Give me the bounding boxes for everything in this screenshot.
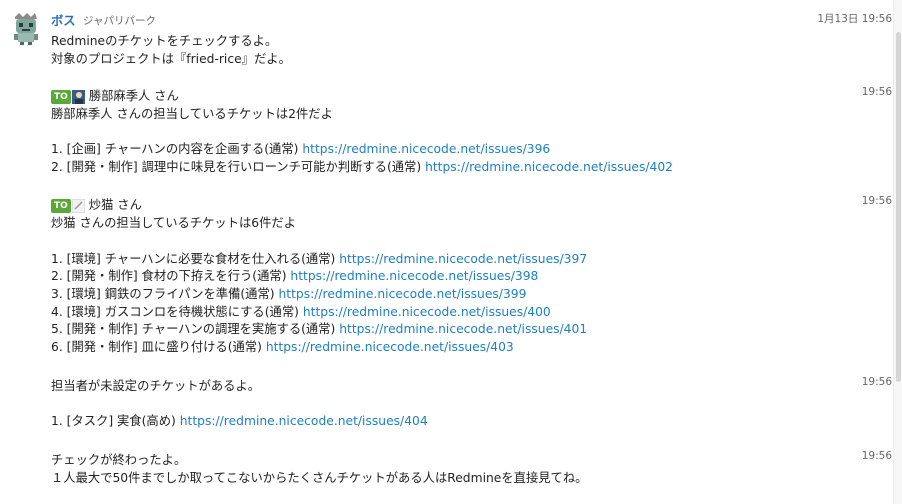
- ticket-link[interactable]: https://redmine.nicecode.net/issues/402: [425, 160, 673, 174]
- ticket-item: 1. [企画] チャーハンの内容を企画する(通常) https://redmin…: [51, 142, 551, 156]
- user-avatar-icon: [71, 198, 86, 213]
- ticket-item: 2. [開発・制作] 調理中に味見を行いローンチ可能か判断する(通常) http…: [51, 160, 673, 174]
- bot-avatar[interactable]: [9, 11, 43, 45]
- message-time[interactable]: 19:56: [862, 195, 892, 207]
- ticket-link[interactable]: https://redmine.nicecode.net/issues/398: [290, 269, 538, 283]
- ticket-item: 1. [環境] チャーハンに必要な食材を仕入れる(通常) https://red…: [51, 252, 588, 266]
- mention-name: 勝部麻季人 さん: [88, 89, 179, 103]
- summary-text: 勝部麻季人 さんの担当しているチケットは2件だよ: [51, 107, 333, 121]
- ticket-link[interactable]: https://redmine.nicecode.net/issues/401: [339, 322, 587, 336]
- ticket-item: 4. [環境] ガスコンロを待機状態にする(通常) https://redmin…: [51, 305, 551, 319]
- mention-name: 炒猫 さん: [88, 198, 142, 212]
- mention-line: TO 炒猫 さん: [51, 195, 142, 213]
- ticket-link[interactable]: https://redmine.nicecode.net/issues/396: [302, 142, 550, 156]
- scrollbar-thumb[interactable]: [896, 32, 901, 382]
- ticket-link[interactable]: https://redmine.nicecode.net/issues/404: [180, 414, 428, 428]
- summary-text: 担当者が未設定のチケットがあるよ。: [51, 379, 261, 393]
- mention-line: TO 勝部麻季人 さん: [51, 86, 179, 104]
- message-line: Redmineのチケットをチェックするよ。: [51, 34, 278, 48]
- team-name: ジャパリパーク: [83, 15, 156, 27]
- ticket-item: 2. [開発・制作] 食材の下拵えを行う(通常) https://redmine…: [51, 269, 539, 283]
- ticket-item: 6. [開発・制作] 皿に盛り付ける(通常) https://redmine.n…: [51, 340, 514, 354]
- message-line: １人最大で50件までしか取ってこないからたくさんチケットがある人はRedmine…: [51, 471, 588, 485]
- to-badge: TO: [51, 198, 71, 213]
- message-line: 対象のプロジェクトは『fried-rice』だよ。: [51, 52, 291, 66]
- to-badge: TO: [51, 89, 71, 104]
- ticket-item: 3. [環境] 鋼鉄のフライパンを準備(通常) https://redmine.…: [51, 287, 527, 301]
- ticket-item: 1. [タスク] 実食(高め) https://redmine.nicecode…: [51, 414, 428, 428]
- ticket-link[interactable]: https://redmine.nicecode.net/issues/403: [266, 340, 514, 354]
- ticket-link[interactable]: https://redmine.nicecode.net/issues/397: [339, 252, 587, 266]
- sender-name[interactable]: ボス: [51, 11, 76, 29]
- message-time[interactable]: 19:56: [862, 376, 892, 388]
- ticket-link[interactable]: https://redmine.nicecode.net/issues/400: [303, 305, 551, 319]
- message-time[interactable]: 19:56: [862, 86, 892, 98]
- user-avatar-icon: [71, 89, 85, 104]
- summary-text: 炒猫 さんの担当しているチケットは6件だよ: [51, 216, 297, 230]
- message-timestamp[interactable]: 1月13日 19:56: [817, 11, 892, 26]
- message-time[interactable]: 19:56: [862, 450, 892, 462]
- ticket-link[interactable]: https://redmine.nicecode.net/issues/399: [278, 287, 526, 301]
- message-line: チェックが終わったよ。: [51, 453, 187, 467]
- ticket-item: 5. [開発・制作] チャーハンの調理を実施する(通常) https://red…: [51, 322, 588, 336]
